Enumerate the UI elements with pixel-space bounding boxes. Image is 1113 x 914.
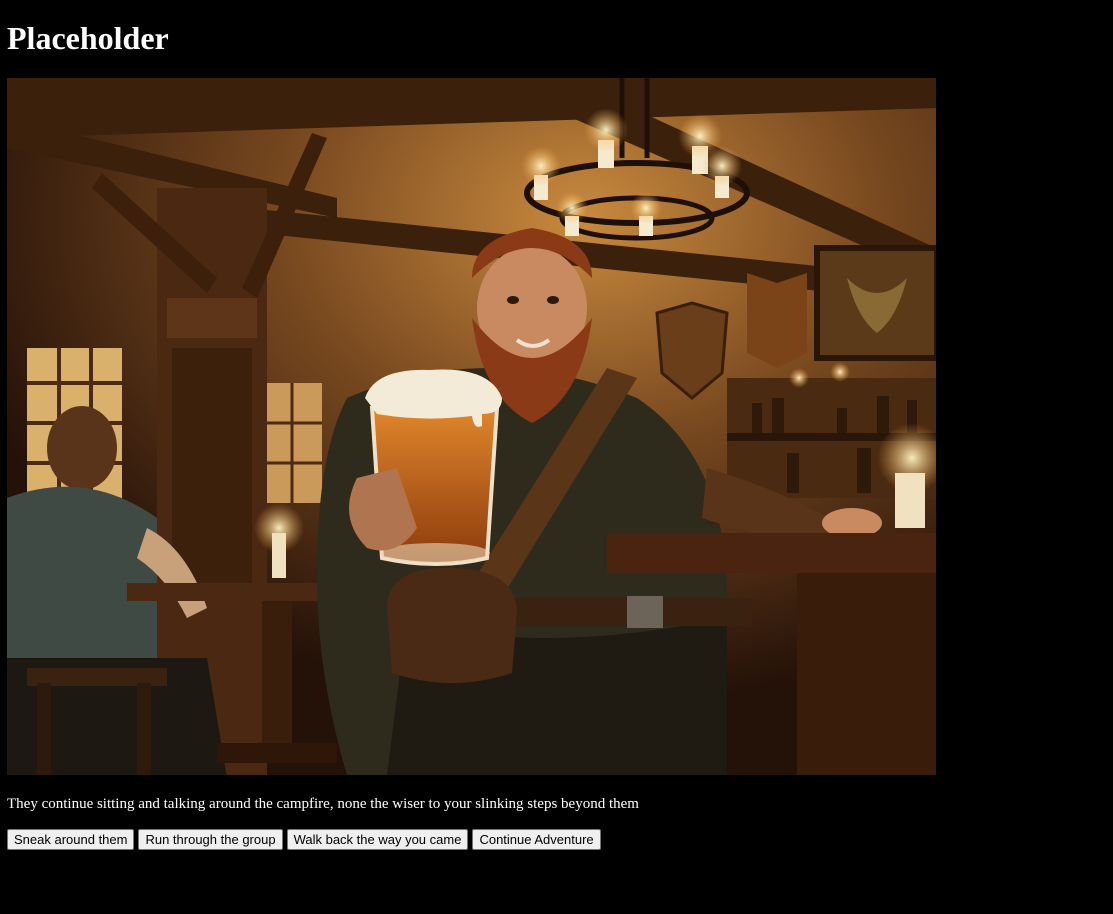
continue-adventure-button[interactable]: Continue Adventure xyxy=(472,829,601,850)
choice-buttons: Sneak around them Run through the group … xyxy=(7,829,601,850)
tavern-scene-image xyxy=(7,78,936,775)
sneak-around-button[interactable]: Sneak around them xyxy=(7,829,135,850)
page-title: Placeholder xyxy=(7,20,169,56)
walk-back-button[interactable]: Walk back the way you came xyxy=(286,829,469,850)
run-through-button[interactable]: Run through the group xyxy=(138,829,283,850)
story-narration: They continue sitting and talking around… xyxy=(7,796,639,812)
scene-illustration xyxy=(7,78,936,775)
